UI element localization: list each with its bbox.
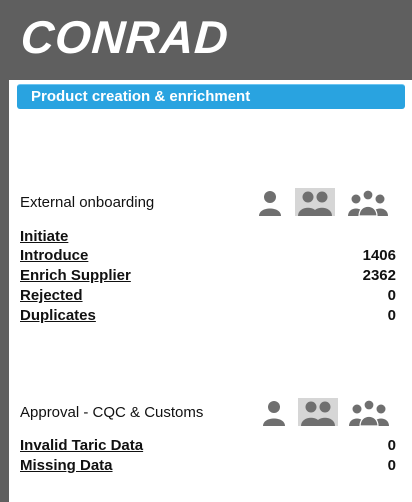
app-header: CONRAD xyxy=(9,0,412,80)
external-onboarding-title: External onboarding xyxy=(20,194,155,211)
conrad-logo: CONRAD xyxy=(19,11,231,63)
section-header-bar: Product creation & enrichment xyxy=(17,84,405,109)
single-user-icon[interactable] xyxy=(262,400,286,426)
rejected-count: 0 xyxy=(387,287,396,304)
link-enrich-supplier[interactable]: Enrich Supplier xyxy=(20,267,131,284)
link-introduce[interactable]: Introduce xyxy=(20,247,88,264)
introduce-count: 1406 xyxy=(362,247,396,264)
left-edge-bar xyxy=(0,0,9,502)
link-initiate[interactable]: Initiate xyxy=(20,228,68,245)
approval-title: Approval - CQC & Customs xyxy=(20,404,204,421)
invalid-taric-data-count: 0 xyxy=(387,437,396,454)
enrich-supplier-count: 2362 xyxy=(362,267,396,284)
duplicates-count: 0 xyxy=(387,307,396,324)
two-users-icon[interactable] xyxy=(298,398,338,426)
link-duplicates[interactable]: Duplicates xyxy=(20,307,96,324)
single-user-icon[interactable] xyxy=(258,190,282,216)
missing-data-count: 0 xyxy=(387,457,396,474)
link-missing-data[interactable]: Missing Data xyxy=(20,457,113,474)
link-rejected[interactable]: Rejected xyxy=(20,287,83,304)
two-users-icon[interactable] xyxy=(295,188,335,216)
link-invalid-taric-data[interactable]: Invalid Taric Data xyxy=(20,437,143,454)
user-group-icon[interactable] xyxy=(348,399,390,426)
user-group-icon[interactable] xyxy=(347,189,389,216)
page-title: Product creation & enrichment xyxy=(31,88,251,105)
